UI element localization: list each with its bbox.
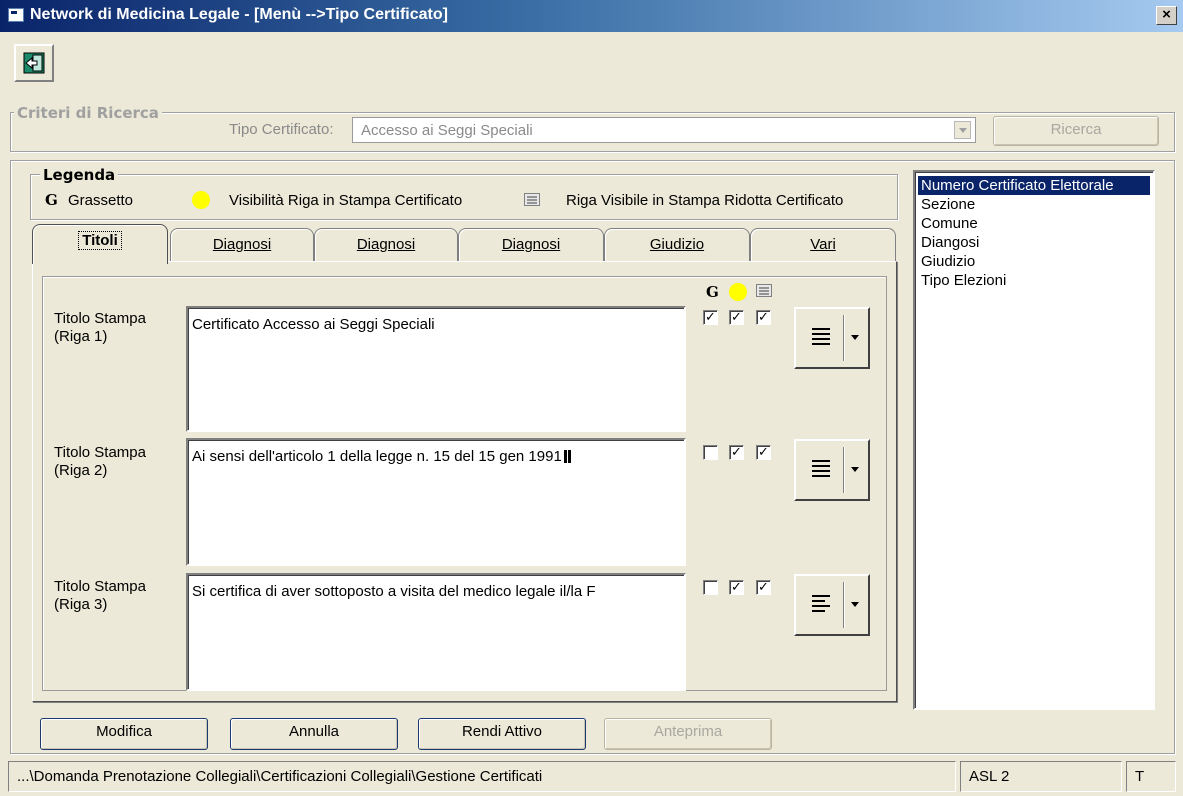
search-criteria-label: Criteri di Ricerca [14, 104, 162, 122]
modifica-button[interactable]: Modifica [40, 718, 208, 750]
search-button[interactable]: Ricerca [993, 116, 1159, 146]
reduced-print-icon [524, 193, 540, 206]
title-bar: Network di Medicina Legale - [Menù -->Ti… [0, 0, 1183, 32]
tab-label: Titoli [78, 231, 122, 250]
visibility-column-dot-icon [729, 283, 747, 301]
align-left-icon [812, 595, 830, 615]
row2-bold-checkbox[interactable] [703, 445, 718, 460]
visibility-dot-icon [192, 191, 210, 209]
tab-diagnosi-3[interactable]: Diagnosi [458, 228, 604, 262]
row2-label-line1: Titolo Stampa [54, 444, 146, 461]
list-item[interactable]: Comune [918, 214, 1150, 233]
status-asl: ASL 2 [960, 761, 1122, 792]
tipo-certificato-select[interactable]: Accesso ai Seggi Speciali [352, 117, 976, 143]
tab-vari[interactable]: Vari [750, 228, 896, 262]
row3-text-field[interactable]: Si certifica di aver sottoposto a visita… [186, 573, 686, 691]
list-item[interactable]: Sezione [918, 195, 1150, 214]
row2-text-field[interactable]: Ai sensi dell'articolo 1 della legge n. … [186, 438, 686, 566]
reduced-column-icon [756, 284, 772, 297]
row1-text-field[interactable]: Certificato Accesso ai Seggi Speciali [186, 306, 686, 432]
tipo-certificato-label: Tipo Certificato: [229, 121, 334, 138]
row2-reduced-checkbox[interactable]: ✓ [756, 445, 771, 460]
row3-visible-checkbox[interactable]: ✓ [729, 580, 744, 595]
chevron-down-icon[interactable] [954, 121, 971, 139]
row1-bold-checkbox[interactable]: ✓ [703, 310, 718, 325]
exit-door-icon [23, 52, 45, 74]
row3-label: Titolo Stampa (Riga 3) [54, 578, 146, 614]
tab-diagnosi-1[interactable]: Diagnosi [170, 228, 314, 262]
anteprima-button[interactable]: Anteprima [604, 718, 772, 750]
tab-label: Diagnosi [501, 236, 561, 253]
list-item[interactable]: Numero Certificato Elettorale [918, 176, 1150, 195]
list-item[interactable]: Diangosi [918, 233, 1150, 252]
visibility-legend-text: Visibilità Riga in Stampa Certificato [229, 192, 463, 209]
tab-giudizio[interactable]: Giudizio [604, 228, 750, 262]
row1-align-dropdown[interactable] [794, 307, 870, 369]
tab-diagnosi-2[interactable]: Diagnosi [314, 228, 458, 262]
status-path: ...\Domanda Prenotazione Collegiali\Cert… [8, 761, 956, 792]
tab-label: Vari [810, 236, 836, 253]
chevron-down-icon [851, 602, 859, 607]
tab-label: Diagnosi [356, 236, 416, 253]
row1-visible-checkbox[interactable]: ✓ [729, 310, 744, 325]
align-justify-icon [812, 328, 830, 348]
annulla-button[interactable]: Annulla [230, 718, 398, 750]
row3-bold-checkbox[interactable] [703, 580, 718, 595]
row2-label: Titolo Stampa (Riga 2) [54, 444, 146, 480]
row1-reduced-checkbox[interactable]: ✓ [756, 310, 771, 325]
row1-label-line1: Titolo Stampa [54, 310, 146, 327]
row1-label-line2: (Riga 1) [54, 328, 108, 345]
tab-label: Diagnosi [212, 236, 272, 253]
legend-title: Legenda [40, 166, 119, 184]
fields-listbox[interactable]: Numero Certificato Elettorale Sezione Co… [913, 170, 1155, 710]
exit-button[interactable] [14, 44, 54, 82]
text-cursor [563, 450, 567, 463]
close-button[interactable]: × [1156, 6, 1177, 25]
tab-titoli[interactable]: Titoli [32, 224, 168, 264]
bold-column-header: G [706, 283, 719, 301]
row2-visible-checkbox[interactable]: ✓ [729, 445, 744, 460]
row2-text: Ai sensi dell'articolo 1 della legge n. … [192, 448, 562, 465]
chevron-down-icon [851, 467, 859, 472]
window-title: Network di Medicina Legale - [Menù -->Ti… [30, 6, 448, 23]
chevron-down-icon [851, 335, 859, 340]
align-justify-icon [812, 460, 830, 480]
app-icon [8, 8, 24, 22]
bold-symbol: G [45, 191, 58, 209]
row3-align-dropdown[interactable] [794, 574, 870, 636]
list-item[interactable]: Tipo Elezioni [918, 271, 1150, 290]
tab-label: Giudizio [649, 236, 705, 253]
status-mode: T [1126, 761, 1176, 792]
row2-align-dropdown[interactable] [794, 439, 870, 501]
reduced-legend-text: Riga Visibile in Stampa Ridotta Certific… [566, 192, 844, 209]
bold-legend-text: Grassetto [68, 192, 134, 209]
row1-label: Titolo Stampa (Riga 1) [54, 310, 146, 346]
row3-label-line2: (Riga 3) [54, 596, 108, 613]
list-item[interactable]: Giudizio [918, 252, 1150, 271]
tipo-certificato-value: Accesso ai Seggi Speciali [361, 122, 533, 139]
row2-label-line2: (Riga 2) [54, 462, 108, 479]
rendi-attivo-button[interactable]: Rendi Attivo [418, 718, 586, 750]
row3-label-line1: Titolo Stampa [54, 578, 146, 595]
row3-reduced-checkbox[interactable]: ✓ [756, 580, 771, 595]
